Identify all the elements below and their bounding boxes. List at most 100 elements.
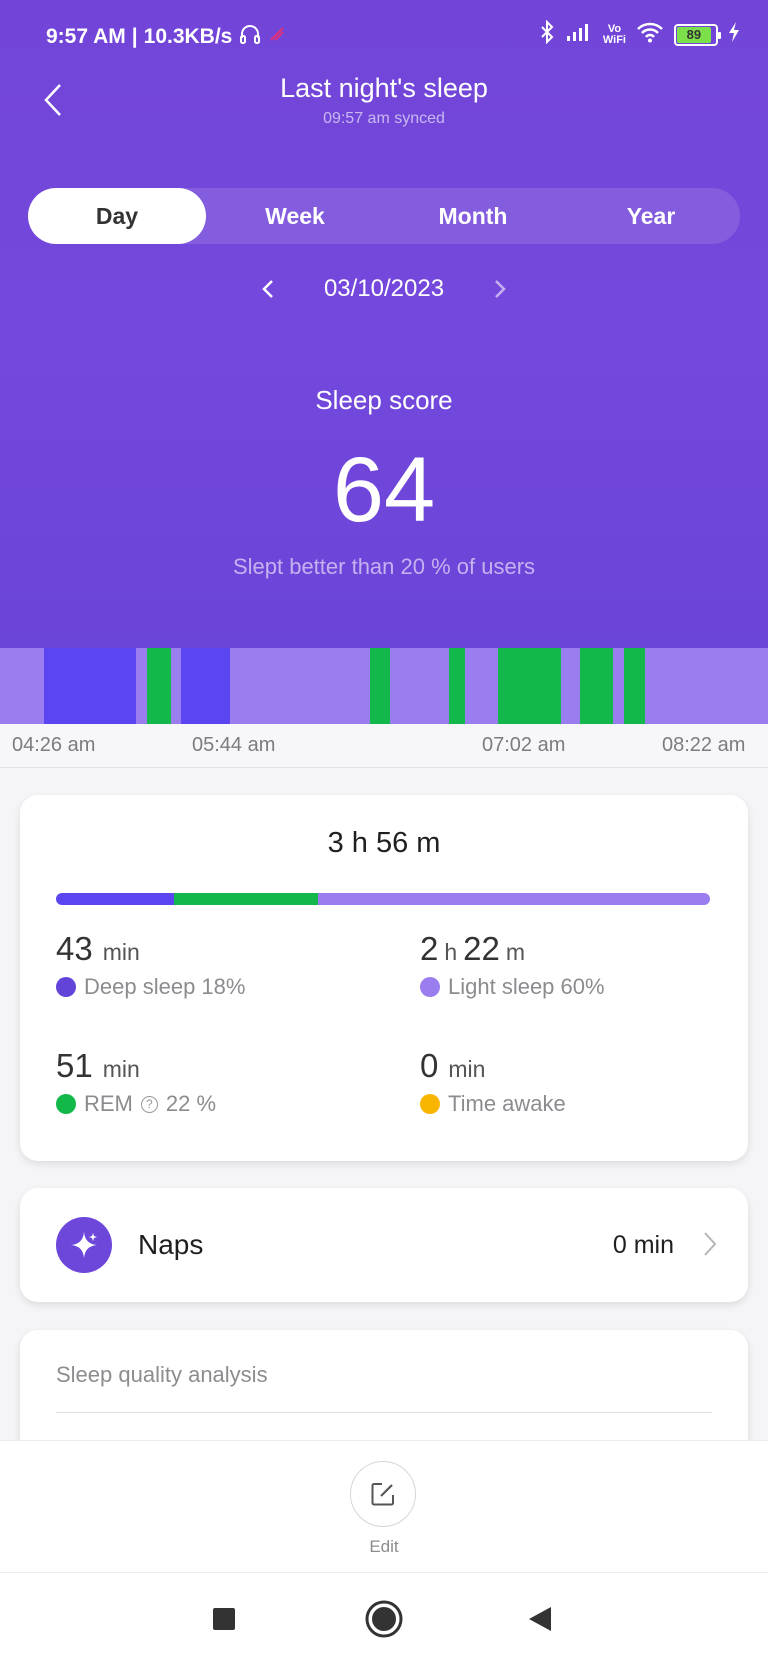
previous-date-button[interactable] bbox=[258, 275, 278, 303]
total-sleep-duration: 3 h 56 m bbox=[327, 827, 441, 859]
rem-value: 51 bbox=[56, 1047, 93, 1084]
tab-month[interactable]: Month bbox=[384, 188, 562, 244]
light-sleep-minutes: 22 bbox=[463, 930, 500, 967]
deep-sleep-value: 43 bbox=[56, 930, 93, 967]
system-navigation-bar bbox=[0, 1572, 768, 1664]
deep-sleep-dot bbox=[56, 977, 76, 997]
sparkle-icon bbox=[56, 1217, 112, 1273]
timeline-segment-light bbox=[135, 648, 148, 724]
timeline-segment-rem bbox=[370, 648, 391, 724]
sleep-quality-card[interactable]: Sleep quality analysis bbox=[20, 1330, 748, 1450]
timeline-segment-light bbox=[390, 648, 450, 724]
bar-segment-deep bbox=[56, 893, 174, 905]
wifi-icon bbox=[636, 21, 664, 48]
timeline-segment-deep bbox=[43, 648, 136, 724]
triangle-back-icon bbox=[529, 1607, 551, 1631]
stat-awake: 0 min Time awake bbox=[420, 1047, 566, 1117]
timeline-segment-light bbox=[612, 648, 625, 724]
help-icon[interactable]: ? bbox=[140, 1095, 158, 1113]
bluetooth-icon bbox=[539, 19, 555, 49]
network-speed: 10.3KB/s bbox=[143, 25, 233, 48]
sleep-score-label: Sleep score bbox=[315, 385, 453, 415]
current-date: 03/10/2023 bbox=[323, 275, 445, 302]
rem-label: REM bbox=[84, 1091, 133, 1116]
sleep-distribution-bar bbox=[56, 893, 710, 905]
naps-card[interactable]: Naps 0 min bbox=[20, 1188, 748, 1302]
separator: | bbox=[131, 25, 138, 48]
edit-icon bbox=[371, 1483, 394, 1506]
timeline-segment-deep bbox=[181, 648, 231, 724]
deep-sleep-label: Deep sleep 18% bbox=[84, 974, 246, 999]
stat-rem: 51 min REM? 22 % bbox=[56, 1047, 216, 1117]
cast-icon bbox=[268, 25, 286, 49]
period-tabs: Day Week Month Year bbox=[28, 188, 740, 244]
sleep-quality-title: Sleep quality analysis bbox=[56, 1362, 268, 1387]
tick-label: 04:26 am bbox=[12, 734, 96, 756]
bottom-action-bar: Edit bbox=[0, 1440, 768, 1572]
naps-value: 0 min bbox=[612, 1231, 674, 1259]
timeline-segment-rem bbox=[624, 648, 646, 724]
page-title: Last night's sleep bbox=[280, 73, 488, 103]
status-bar: 9:57 AM | 10.3KB/s Vo WiFi 89 bbox=[0, 0, 768, 70]
header: 9:57 AM | 10.3KB/s Vo WiFi 89 Last night… bbox=[0, 0, 768, 648]
awake-unit: min bbox=[448, 1056, 486, 1082]
battery-level: 89 bbox=[677, 26, 711, 43]
next-date-button[interactable] bbox=[490, 275, 510, 303]
timeline-segment-rem bbox=[579, 648, 613, 724]
timeline-segment-light bbox=[0, 648, 44, 724]
timeline-segment-light bbox=[465, 648, 498, 724]
edit-button[interactable] bbox=[350, 1461, 416, 1527]
back-nav-button[interactable] bbox=[520, 1599, 560, 1639]
circle-icon bbox=[365, 1600, 403, 1638]
vowifi-icon: Vo WiFi bbox=[602, 22, 626, 46]
chevron-right-icon bbox=[495, 280, 506, 298]
rem-unit: min bbox=[102, 1056, 140, 1082]
tick-label: 07:02 am bbox=[482, 734, 566, 756]
awake-label: Time awake bbox=[448, 1091, 566, 1116]
timeline-segment-light bbox=[171, 648, 182, 724]
timeline-segment-light bbox=[645, 648, 768, 724]
timeline-segment-light bbox=[230, 648, 371, 724]
sleep-score-value: 64 bbox=[332, 439, 436, 541]
tab-year[interactable]: Year bbox=[562, 188, 740, 244]
clock: 9:57 AM bbox=[46, 25, 126, 48]
rem-dot bbox=[56, 1094, 76, 1114]
date-navigator: 03/10/2023 bbox=[0, 275, 768, 303]
home-button[interactable] bbox=[364, 1599, 404, 1639]
tab-week[interactable]: Week bbox=[206, 188, 384, 244]
tick-label: 08:22 am bbox=[662, 734, 746, 756]
light-sleep-label: Light sleep 60% bbox=[448, 974, 605, 999]
awake-value: 0 bbox=[420, 1047, 439, 1084]
chevron-right-icon bbox=[702, 1230, 718, 1263]
square-icon bbox=[213, 1608, 235, 1630]
battery-icon: 89 bbox=[674, 23, 721, 46]
charging-icon bbox=[728, 21, 740, 48]
light-sleep-dot bbox=[420, 977, 440, 997]
headphones-icon bbox=[238, 22, 262, 52]
timeline-segment-light bbox=[560, 648, 580, 724]
timeline-segment-rem bbox=[147, 648, 172, 724]
signal-icon bbox=[565, 22, 593, 47]
recents-button[interactable] bbox=[204, 1599, 244, 1639]
divider bbox=[56, 1412, 712, 1413]
chevron-left-icon bbox=[262, 280, 273, 298]
tab-day[interactable]: Day bbox=[28, 188, 206, 244]
light-sleep-hours: 2 bbox=[420, 930, 439, 967]
hours-unit: h bbox=[444, 939, 458, 965]
sleep-stage-timeline[interactable] bbox=[0, 648, 768, 724]
timeline-segment-rem bbox=[449, 648, 466, 724]
bar-segment-rem bbox=[173, 893, 318, 905]
timeline-segment-rem bbox=[497, 648, 561, 724]
sleep-summary-card: 3 h 56 m 43 min Deep sleep 18% 2 h 22 m Ligh… bbox=[20, 795, 748, 1161]
bar-segment-light bbox=[317, 893, 710, 905]
minutes-unit: m bbox=[505, 939, 526, 965]
stat-deep-sleep: 43 min Deep sleep 18% bbox=[56, 930, 245, 1000]
deep-sleep-unit: min bbox=[102, 939, 140, 965]
sync-status: 09:57 am synced bbox=[323, 110, 445, 127]
edit-label: Edit bbox=[369, 1537, 399, 1556]
awake-dot bbox=[420, 1094, 440, 1114]
naps-label: Naps bbox=[138, 1229, 204, 1260]
time-axis: 04:26 am 05:44 am 07:02 am 08:22 am bbox=[0, 724, 768, 768]
sleep-score-description: Slept better than 20 % of users bbox=[232, 554, 536, 579]
rem-percent: 22 % bbox=[165, 1091, 217, 1116]
